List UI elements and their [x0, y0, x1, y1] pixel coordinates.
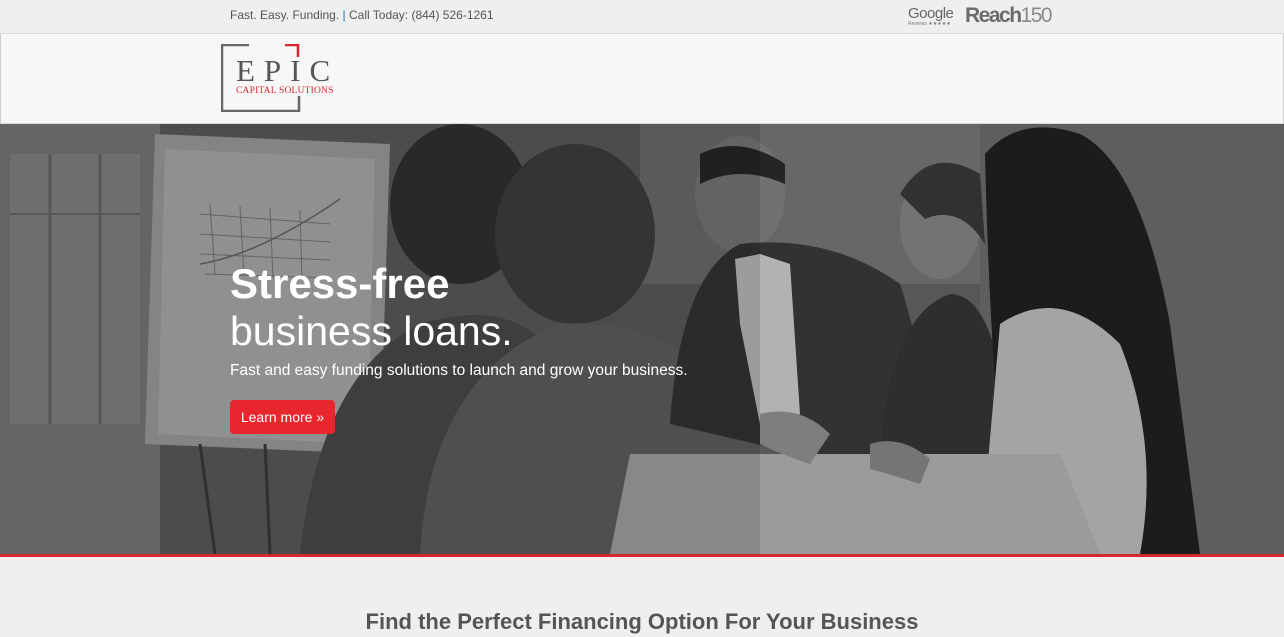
- epic-logo[interactable]: EPIC CAPITAL SOLUTIONS: [221, 44, 346, 112]
- google-word: Google: [908, 5, 954, 22]
- site-header: EPIC CAPITAL SOLUTIONS: [0, 33, 1284, 124]
- tagline-separator: |: [342, 8, 346, 22]
- hero-lead-text: Fast and easy funding solutions to launc…: [230, 362, 688, 379]
- hero-photo: [0, 124, 1284, 554]
- hero-subtitle: business loans.: [230, 308, 513, 354]
- reach-number: 150: [1020, 4, 1053, 27]
- logo-main-text: EPIC: [236, 53, 340, 88]
- reach150-logo[interactable]: Reach150: [965, 4, 1053, 28]
- tagline-text: Fast. Easy. Funding.: [230, 8, 340, 22]
- google-reviews-logo[interactable]: Google Reviews ★★★★★: [908, 6, 956, 28]
- hero-banner: Stress-free business loans. Fast and eas…: [0, 124, 1284, 554]
- top-bar-tagline: Fast. Easy. Funding. | Call Today: (844)…: [230, 8, 494, 22]
- google-reviews-caption: Reviews ★★★★★: [908, 21, 951, 27]
- learn-more-button[interactable]: Learn more »: [230, 400, 335, 434]
- hero-divider: [0, 554, 1284, 557]
- reach-word: Reach: [965, 4, 1022, 27]
- phone-link[interactable]: Call Today: (844) 526-1261: [349, 8, 494, 22]
- logo-sub-text: CAPITAL SOLUTIONS: [236, 86, 334, 96]
- financing-section-title: Find the Perfect Financing Option For Yo…: [365, 609, 919, 634]
- top-bar: Fast. Easy. Funding. | Call Today: (844)…: [0, 0, 1284, 33]
- hero-title: Stress-free: [230, 260, 450, 307]
